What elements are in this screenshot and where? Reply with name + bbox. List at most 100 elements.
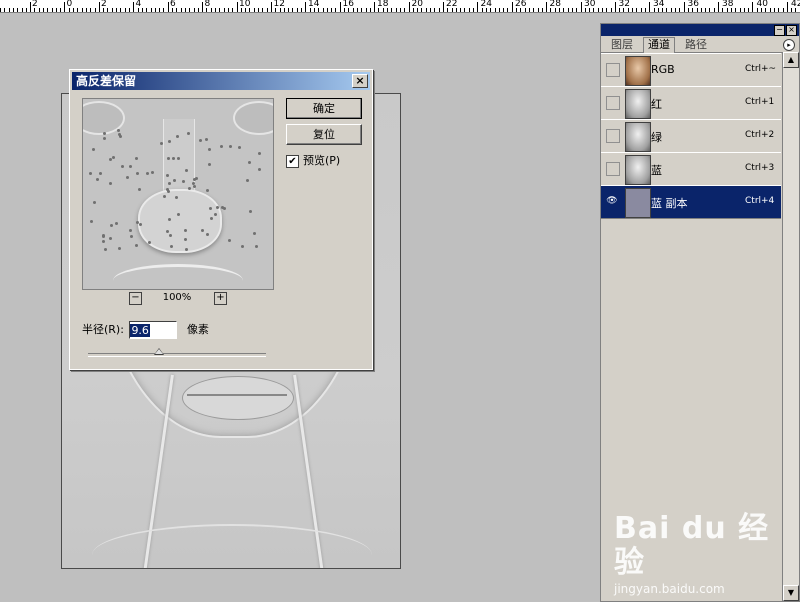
panel-title-bar[interactable]: − × <box>601 24 799 36</box>
freckle-texture <box>176 135 179 138</box>
channel-shortcut: Ctrl+4 <box>745 196 775 206</box>
channel-thumbnail <box>625 89 651 119</box>
freckle-texture <box>166 230 169 233</box>
ruler-tick <box>439 8 440 12</box>
channel-name: RGB <box>651 63 675 76</box>
ruler-tick <box>606 8 607 12</box>
preview-checkbox[interactable]: ✔ <box>286 154 299 168</box>
ruler-tick <box>550 8 551 12</box>
ruler-tick <box>155 8 156 12</box>
visibility-eye-icon[interactable]: 👁 <box>606 195 618 207</box>
ruler-tick <box>194 8 195 12</box>
freckle-texture <box>214 213 217 216</box>
scroll-up-icon[interactable]: ▲ <box>783 52 799 68</box>
channel-thumbnail <box>625 188 651 218</box>
ruler-tick <box>628 8 629 12</box>
lip-line <box>187 394 287 396</box>
channel-thumbnail <box>625 56 651 86</box>
ruler-tick <box>206 8 207 12</box>
panel-menu-icon[interactable]: ▸ <box>783 39 795 51</box>
reset-button[interactable]: 复位 <box>286 124 362 145</box>
freckle-texture <box>99 172 102 175</box>
ok-button[interactable]: 确定 <box>286 98 362 119</box>
visibility-eye-icon[interactable] <box>606 96 620 110</box>
channel-row[interactable]: RGB Ctrl+~ <box>601 53 781 87</box>
freckle-texture <box>135 157 138 160</box>
ruler-tick <box>39 8 40 12</box>
ruler-tick <box>555 8 556 12</box>
freckle-texture <box>136 221 139 224</box>
freckle-texture <box>175 196 178 199</box>
ruler-tick <box>237 2 238 12</box>
ruler-tick <box>103 8 104 12</box>
freckle-texture <box>182 180 185 183</box>
ruler-tick <box>335 8 336 12</box>
freckle-texture <box>170 245 173 248</box>
tab-paths[interactable]: 路径 <box>681 38 711 51</box>
freckle-texture <box>166 174 169 177</box>
ruler-tick <box>619 8 620 12</box>
visibility-eye-icon[interactable] <box>606 129 620 143</box>
ruler-tick <box>159 8 160 12</box>
ruler-tick <box>202 2 203 12</box>
close-icon[interactable]: × <box>352 74 368 88</box>
ruler-tick <box>129 8 130 12</box>
ruler-tick <box>452 8 453 12</box>
ruler-tick <box>396 8 397 12</box>
filter-preview[interactable] <box>82 98 274 290</box>
freckle-texture <box>118 133 121 136</box>
ruler-tick <box>318 8 319 12</box>
freckle-texture <box>241 245 244 248</box>
ruler-tick <box>30 2 31 12</box>
freckle-texture <box>130 235 133 238</box>
ruler-tick <box>357 8 358 12</box>
ruler-tick <box>69 8 70 12</box>
ruler-tick <box>60 8 61 12</box>
visibility-eye-icon[interactable] <box>606 162 620 176</box>
freckle-texture <box>146 172 149 175</box>
zoom-controls: − 100% + <box>82 292 272 306</box>
lips-shape <box>182 376 294 420</box>
freckle-texture <box>109 182 112 185</box>
channel-row[interactable]: 红 Ctrl+1 <box>601 86 781 120</box>
ruler-tick <box>185 8 186 12</box>
ruler-tick <box>409 2 410 12</box>
ruler-tick <box>477 2 478 12</box>
ruler-tick <box>684 2 685 12</box>
ruler-tick <box>516 8 517 12</box>
ruler-tick <box>761 8 762 12</box>
zoom-level: 100% <box>162 292 192 303</box>
radius-slider-thumb[interactable] <box>154 348 164 355</box>
preview-checkbox-row[interactable]: ✔ 预览(P) <box>286 154 340 168</box>
channel-row[interactable]: 蓝 Ctrl+3 <box>601 152 781 186</box>
baidu-watermark: Bai du 经验 jingyan.baidu.com <box>614 512 800 597</box>
tab-layers[interactable]: 图层 <box>607 38 637 51</box>
minimize-icon[interactable]: − <box>774 25 785 36</box>
freckle-texture <box>96 178 99 181</box>
dialog-title: 高反差保留 <box>76 74 137 88</box>
ruler-tick <box>697 8 698 12</box>
freckle-texture <box>148 241 151 244</box>
freckle-texture <box>249 210 252 213</box>
channel-row[interactable]: 绿 Ctrl+2 <box>601 119 781 153</box>
ruler-tick <box>219 8 220 12</box>
dialog-title-bar[interactable]: 高反差保留 × <box>72 72 370 90</box>
ruler-tick <box>731 8 732 12</box>
close-icon[interactable]: × <box>786 25 797 36</box>
freckle-texture <box>118 247 121 250</box>
ruler-tick <box>585 8 586 12</box>
zoom-in-button[interactable]: + <box>214 292 227 305</box>
radius-input[interactable]: 9.6 <box>129 321 178 339</box>
channel-row[interactable]: 👁 蓝 副本 Ctrl+4 <box>601 185 781 219</box>
visibility-eye-icon[interactable] <box>606 63 620 77</box>
radius-slider-track[interactable] <box>88 353 266 357</box>
ruler-tick <box>464 8 465 12</box>
ruler-tick <box>658 8 659 12</box>
ruler-tick <box>125 8 126 12</box>
ruler-tick <box>675 8 676 12</box>
ruler-tick <box>469 8 470 12</box>
ruler-tick <box>297 8 298 12</box>
ruler-tick <box>525 8 526 12</box>
tab-channels[interactable]: 通道 <box>643 37 675 53</box>
freckle-texture <box>216 206 219 209</box>
